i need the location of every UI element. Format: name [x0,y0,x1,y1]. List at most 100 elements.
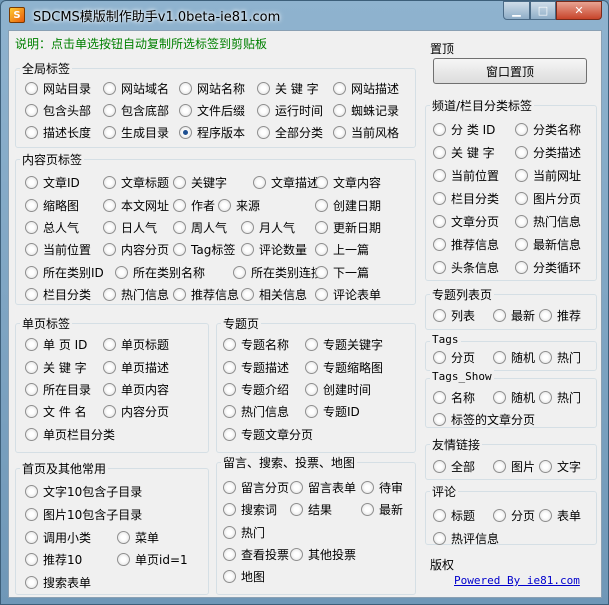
radio-topiclist-0[interactable]: 列表 [433,307,475,324]
radio-single-1[interactable]: 单页标题 [103,336,169,353]
radio-topic-7[interactable]: 专题ID [305,403,360,420]
radio-button-indicator[interactable] [25,405,38,418]
radio-comment-1[interactable]: 分页 [493,507,535,524]
radio-button-indicator[interactable] [493,391,506,404]
radio-button-indicator[interactable] [315,199,328,212]
radio-button-indicator[interactable] [223,428,236,441]
radio-topic-2[interactable]: 专题描述 [223,359,289,376]
radio-button-indicator[interactable] [223,481,236,494]
radio-global-2[interactable]: 网站名称 [179,80,245,97]
radio-friend-0[interactable]: 全部 [433,458,475,475]
radio-misc-6[interactable]: 热门 [223,524,265,541]
radio-global-5[interactable]: 包含头部 [25,102,91,119]
radio-button-indicator[interactable] [493,509,506,522]
radio-button-indicator[interactable] [433,123,446,136]
radio-button-indicator[interactable] [290,503,303,516]
radio-content-10[interactable]: 总人气 [25,219,79,236]
radio-global-12[interactable]: 程序版本 [179,124,245,141]
radio-single-4[interactable]: 所在目录 [25,381,91,398]
radio-button-indicator[interactable] [25,428,38,441]
radio-button-indicator[interactable] [253,176,266,189]
radio-button-indicator[interactable] [25,576,38,589]
radio-global-7[interactable]: 文件后缀 [179,102,245,119]
radio-home-3[interactable]: 菜单 [117,529,159,546]
radio-button-indicator[interactable] [315,266,328,279]
radio-button-indicator[interactable] [25,288,38,301]
radio-button-indicator[interactable] [117,553,130,566]
radio-tagsshow-3[interactable]: 标签的文章分页 [433,411,535,428]
radio-global-6[interactable]: 包含底部 [103,102,169,119]
radio-button-indicator[interactable] [433,460,446,473]
radio-button-indicator[interactable] [539,391,552,404]
radio-button-indicator[interactable] [290,481,303,494]
radio-button-indicator[interactable] [103,405,116,418]
radio-topic-0[interactable]: 专题名称 [223,336,289,353]
radio-button-indicator[interactable] [333,82,346,95]
radio-home-6[interactable]: 搜索表单 [25,574,91,591]
radio-button-indicator[interactable] [223,570,236,583]
radio-button-indicator[interactable] [433,169,446,182]
radio-tags-1[interactable]: 随机 [493,349,535,366]
radio-content-19[interactable]: 上一篇 [315,241,369,258]
radio-button-indicator[interactable] [515,123,528,136]
radio-button-indicator[interactable] [117,531,130,544]
radio-content-20[interactable]: 所在类别ID [25,264,104,281]
radio-button-indicator[interactable] [25,508,38,521]
radio-friend-1[interactable]: 图片 [493,458,535,475]
radio-button-indicator[interactable] [179,104,192,117]
radio-misc-4[interactable]: 结果 [290,501,332,518]
radio-content-5[interactable]: 缩略图 [25,197,79,214]
radio-global-3[interactable]: 关 键 字 [257,80,319,97]
radio-home-4[interactable]: 推荐10 [25,551,82,568]
radio-button-indicator[interactable] [25,383,38,396]
radio-button-indicator[interactable] [103,104,116,117]
radio-button-indicator[interactable] [25,485,38,498]
radio-button-indicator[interactable] [179,82,192,95]
radio-button-indicator[interactable] [103,199,116,212]
radio-button-indicator[interactable] [223,503,236,516]
radio-comment-2[interactable]: 表单 [539,507,581,524]
radio-button-indicator[interactable] [25,531,38,544]
close-button[interactable]: ✕ [556,1,602,20]
radio-button-indicator[interactable] [539,309,552,322]
radio-single-3[interactable]: 单页描述 [103,359,169,376]
radio-content-18[interactable]: 评论数量 [241,241,307,258]
radio-channel-11[interactable]: 最新信息 [515,236,581,253]
radio-button-indicator[interactable] [103,288,116,301]
radio-channel-1[interactable]: 分类名称 [515,121,581,138]
radio-button-indicator[interactable] [233,266,246,279]
radio-content-23[interactable]: 下一篇 [315,264,369,281]
radio-button-indicator[interactable] [515,169,528,182]
radio-button-indicator[interactable] [223,338,236,351]
pin-window-button[interactable]: 窗口置顶 [433,58,587,84]
radio-button-indicator[interactable] [25,221,38,234]
radio-button-indicator[interactable] [103,82,116,95]
radio-misc-8[interactable]: 其他投票 [290,546,356,563]
radio-button-indicator[interactable] [433,351,446,364]
radio-button-indicator[interactable] [333,104,346,117]
radio-global-1[interactable]: 网站域名 [103,80,169,97]
radio-single-8[interactable]: 单页栏目分类 [25,426,115,443]
radio-topic-1[interactable]: 专题关键字 [305,336,383,353]
radio-content-14[interactable]: 更新日期 [315,219,381,236]
radio-topic-5[interactable]: 创建时间 [305,381,371,398]
radio-button-indicator[interactable] [25,82,38,95]
radio-button-indicator[interactable] [25,176,38,189]
radio-global-10[interactable]: 描述长度 [25,124,91,141]
radio-button-indicator[interactable] [493,351,506,364]
radio-button-indicator[interactable] [515,215,528,228]
radio-button-indicator[interactable] [241,221,254,234]
radio-single-7[interactable]: 内容分页 [103,403,169,420]
radio-button-indicator[interactable] [433,192,446,205]
radio-button-indicator[interactable] [223,405,236,418]
radio-button-indicator[interactable] [218,199,231,212]
radio-channel-6[interactable]: 栏目分类 [433,190,499,207]
radio-button-indicator[interactable] [305,338,318,351]
radio-button-indicator[interactable] [179,126,192,139]
radio-single-0[interactable]: 单 页 ID [25,336,87,353]
radio-global-0[interactable]: 网站目录 [25,80,91,97]
radio-content-4[interactable]: 文章内容 [315,174,381,191]
radio-button-indicator[interactable] [305,361,318,374]
radio-channel-10[interactable]: 推荐信息 [433,236,499,253]
radio-button-indicator[interactable] [433,261,446,274]
